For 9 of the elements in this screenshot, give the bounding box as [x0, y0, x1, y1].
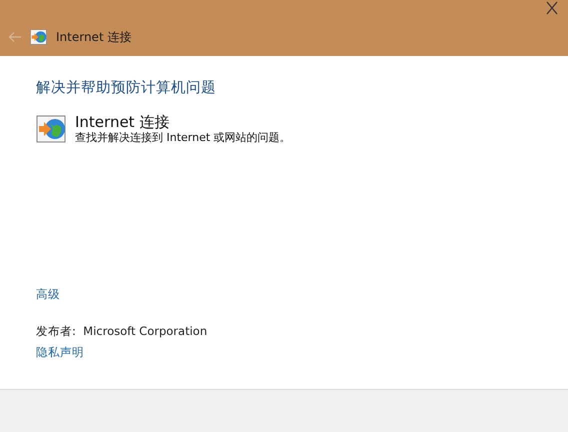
network-troubleshooter-icon — [36, 113, 68, 145]
troubleshooter-description: 查找并解决连接到 Internet 或网站的问题。 — [75, 131, 291, 145]
window-title: Internet 连接 — [56, 28, 132, 46]
advanced-link[interactable]: 高级 — [36, 287, 60, 302]
privacy-link[interactable]: 隐私声明 — [36, 345, 84, 360]
publisher-text: 发布者: Microsoft Corporation — [36, 324, 208, 339]
troubleshooter-title[interactable]: Internet 连接 — [75, 113, 291, 131]
page-heading: 解决并帮助预防计算机问题 — [36, 79, 217, 97]
network-icon — [30, 28, 48, 46]
